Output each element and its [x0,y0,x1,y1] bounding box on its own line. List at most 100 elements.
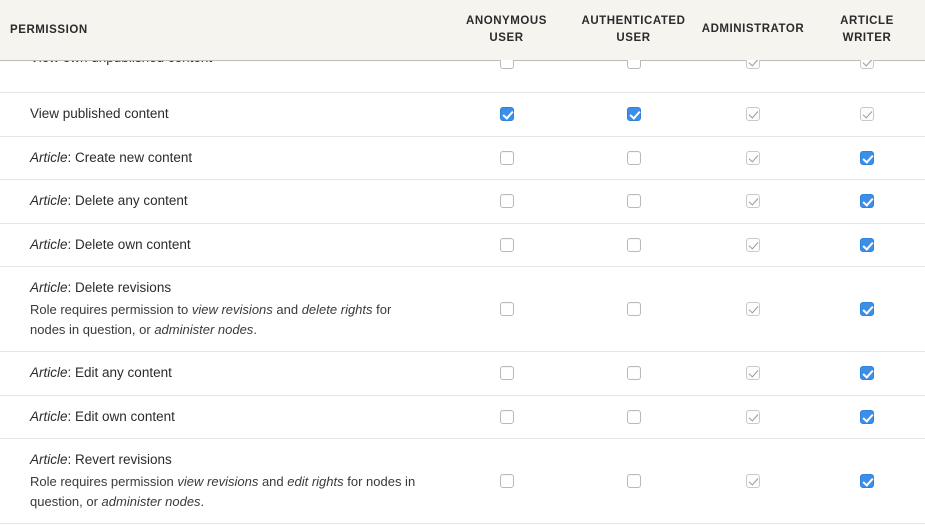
permission-name-label: Edit own content [75,409,175,424]
permission-title: View own unpublished content [30,60,429,68]
checkbox-cell-administrator [697,60,809,93]
column-header-article-writer-line1: ARTICLE [840,15,894,27]
permission-name-label: Create new content [75,150,192,165]
column-header-authenticated-user: AUTHENTICATED USER [570,0,697,60]
checkbox-cell-article-writer [809,180,925,224]
checkbox-cell-anonymous [443,60,570,93]
column-header-permission: PERMISSION [0,0,443,60]
permission-name-label: Edit any content [75,365,172,380]
column-header-article-writer-line2: WRITER [843,32,892,44]
permission-checkbox-administrator [746,366,760,380]
checkbox-cell-article-writer [809,395,925,439]
permission-name-label: Revert revisions [75,452,172,467]
permission-checkbox-anonymous[interactable] [500,151,514,165]
checkbox-cell-article-writer [809,524,925,532]
checkbox-cell-authenticated [570,136,697,180]
checkbox-cell-authenticated [570,223,697,267]
checkbox-cell-anonymous [443,439,570,524]
permission-cell: View own unpublished content [0,60,443,93]
checkbox-cell-article-writer [809,267,925,352]
permission-cell: Article: Edit any content [0,352,443,396]
checkbox-cell-anonymous [443,180,570,224]
permission-checkbox-authenticated[interactable] [627,302,641,316]
checkbox-cell-administrator [697,93,809,137]
column-header-anonymous-user-line2: USER [489,32,523,44]
column-header-authenticated-user-line2: USER [616,32,650,44]
permission-title: Article: Create new content [30,148,429,169]
column-header-permission-label: PERMISSION [10,24,88,36]
permission-checkbox-article-writer[interactable] [860,410,874,424]
checkbox-cell-administrator [697,180,809,224]
checkbox-cell-authenticated [570,93,697,137]
table-row: Article: Edit any content [0,352,925,396]
checkbox-cell-administrator [697,136,809,180]
permission-checkbox-anonymous[interactable] [500,366,514,380]
permission-title: Article: Revert revisions [30,450,429,471]
table-row: Article: Delete any content [0,180,925,224]
permission-name-label: Delete own content [75,237,191,252]
permission-cell: Article: Edit own content [0,395,443,439]
permission-cell: Article: Delete any content [0,180,443,224]
permission-bundle-label: Article [30,280,68,295]
permission-checkbox-article-writer[interactable] [860,474,874,488]
permission-cell: View published content [0,93,443,137]
permission-checkbox-authenticated[interactable] [627,410,641,424]
column-header-authenticated-user-line1: AUTHENTICATED [581,15,685,27]
checkbox-cell-anonymous [443,395,570,439]
permission-title: Article: Delete revisions [30,278,429,299]
checkbox-cell-administrator [697,395,809,439]
permission-checkbox-article-writer[interactable] [860,151,874,165]
checkbox-cell-administrator [697,352,809,396]
checkbox-cell-anonymous [443,93,570,137]
permission-checkbox-article-writer[interactable] [860,238,874,252]
permission-checkbox-authenticated[interactable] [627,194,641,208]
permission-checkbox-administrator [746,302,760,316]
permission-checkbox-anonymous[interactable] [500,107,514,121]
permission-bundle-label: Article [30,409,68,424]
checkbox-cell-anonymous [443,223,570,267]
checkbox-cell-anonymous [443,267,570,352]
checkbox-cell-article-writer [809,60,925,93]
permission-checkbox-article-writer[interactable] [860,302,874,316]
permission-checkbox-authenticated[interactable] [627,151,641,165]
table-header-row: PERMISSION ANONYMOUS USER AUTHENTICATED … [0,0,925,60]
checkbox-cell-authenticated [570,439,697,524]
permission-cell: Article: Create new content [0,136,443,180]
permission-checkbox-administrator [746,194,760,208]
permission-checkbox-authenticated[interactable] [627,238,641,252]
column-header-article-writer: ARTICLE WRITER [809,0,925,60]
permission-checkbox-anonymous[interactable] [500,410,514,424]
column-header-administrator-line1: ADMINISTRATOR [702,23,805,35]
permission-bundle-label: Article [30,193,68,208]
permission-name-label: View own unpublished content [30,60,212,65]
permission-checkbox-article-writer[interactable] [860,194,874,208]
checkbox-cell-authenticated [570,395,697,439]
permission-checkbox-authenticated[interactable] [627,107,641,121]
permission-title: Article: Delete own content [30,235,429,256]
table-header: PERMISSION ANONYMOUS USER AUTHENTICATED … [0,0,925,60]
permission-checkbox-authenticated[interactable] [627,474,641,488]
permission-checkbox-anonymous[interactable] [500,474,514,488]
permission-cell: Article: View revisions [0,524,443,532]
permission-checkbox-anonymous[interactable] [500,302,514,316]
permission-checkbox-authenticated[interactable] [627,366,641,380]
permission-bundle-label: Article [30,452,68,467]
checkbox-cell-administrator [697,223,809,267]
checkbox-cell-anonymous [443,136,570,180]
checkbox-cell-article-writer [809,352,925,396]
permissions-table: PERMISSION ANONYMOUS USER AUTHENTICATED … [0,0,925,532]
permission-checkbox-anonymous[interactable] [500,238,514,252]
permission-title: View published content [30,104,429,125]
permission-title: Article: Edit any content [30,363,429,384]
checkbox-cell-article-writer [809,223,925,267]
permissions-table-viewport[interactable]: PERMISSION ANONYMOUS USER AUTHENTICATED … [0,0,925,532]
permission-checkbox-anonymous[interactable] [500,194,514,208]
table-row: View published content [0,93,925,137]
permission-description: Role requires permission to view revisio… [30,300,429,341]
checkbox-cell-anonymous [443,524,570,532]
permission-checkbox-article-writer[interactable] [860,366,874,380]
permission-description: Role requires permission view revisions … [30,472,429,513]
permission-name-label: Delete any content [75,193,188,208]
checkbox-cell-administrator [697,439,809,524]
column-header-administrator: ADMINISTRATOR [697,0,809,60]
